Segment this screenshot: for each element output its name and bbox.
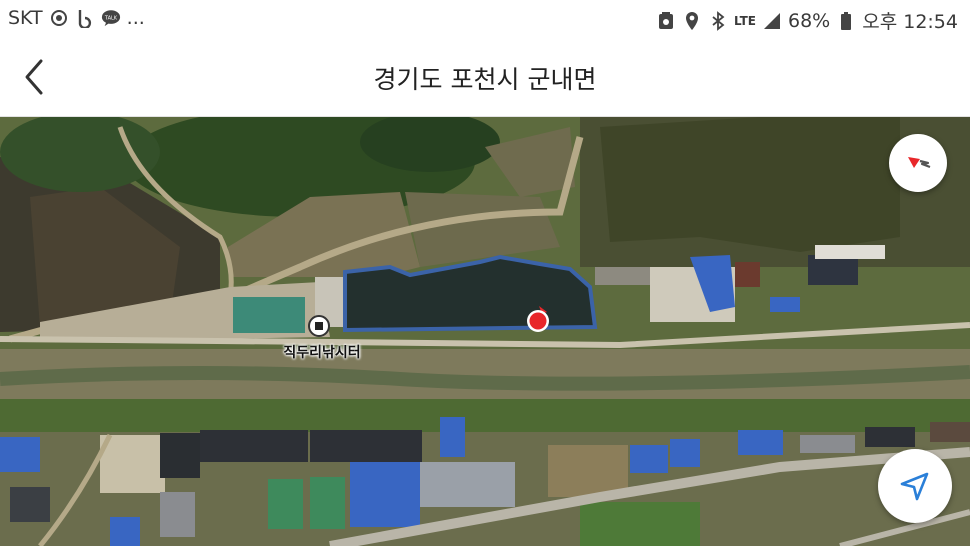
- page-title: 경기도 포천시 군내면: [373, 65, 597, 94]
- clock: 오후 12:54: [862, 11, 958, 33]
- battery-icon: [836, 11, 856, 31]
- svg-text:TALK: TALK: [104, 15, 118, 21]
- carrier-name: SKT: [8, 7, 43, 29]
- sync-icon: [49, 8, 69, 28]
- network-type: LTE: [733, 13, 756, 28]
- app-header: 경기도 포천시 군내면: [0, 38, 970, 117]
- square-dot-icon: [315, 322, 323, 330]
- compass-needle-icon: [908, 157, 931, 169]
- poi-label[interactable]: 직두리낚시터: [262, 342, 382, 362]
- map-imagery: [0, 117, 970, 546]
- battery-percent: 68%: [788, 9, 831, 32]
- bluetooth-icon: [708, 10, 728, 31]
- b-app-icon: [75, 8, 95, 28]
- compass-button[interactable]: [889, 134, 947, 192]
- location-icon: [682, 11, 702, 31]
- more-notifications: ...: [126, 7, 145, 29]
- talk-icon: TALK: [101, 8, 121, 28]
- my-location-button[interactable]: [878, 449, 952, 523]
- navigation-arrow-icon: [900, 472, 929, 501]
- signal-icon: [762, 11, 782, 31]
- status-bar: SKT TALK ... LTE 68% 오후 12:54: [0, 0, 970, 38]
- screenshot-icon: [656, 11, 676, 31]
- current-location-marker: [527, 306, 549, 332]
- satellite-map[interactable]: 직두리낚시터: [0, 117, 970, 546]
- poi-marker[interactable]: [308, 315, 330, 337]
